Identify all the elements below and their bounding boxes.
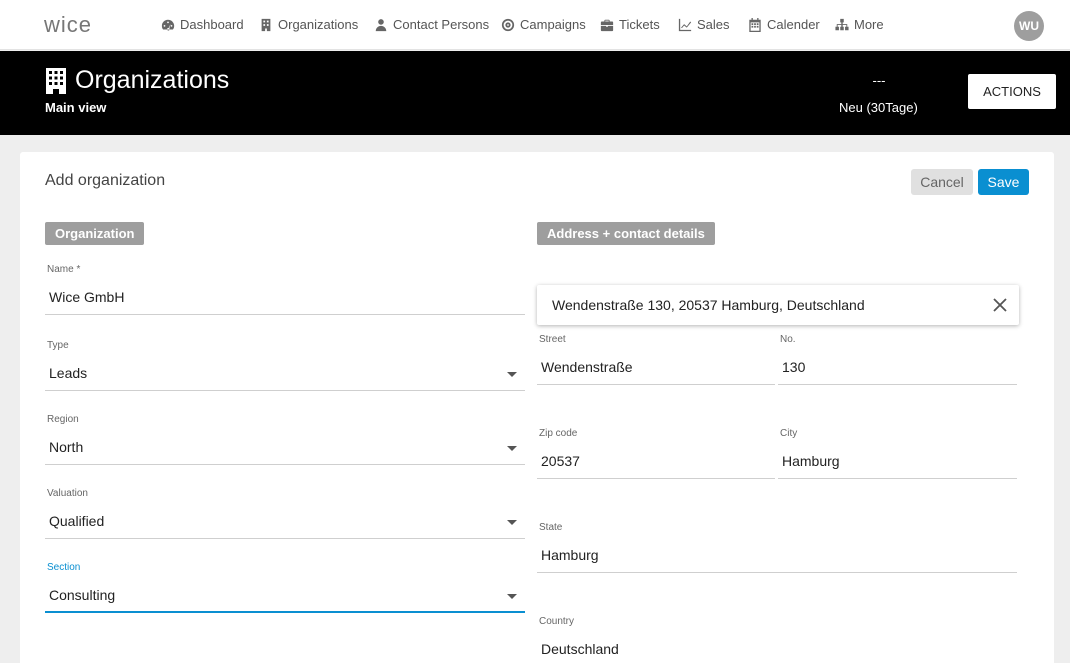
name-field[interactable]: Wice GmbH [45,283,525,315]
section-label: Section [47,562,81,573]
nav-label: Organizations [278,17,359,32]
briefcase-icon [600,19,614,31]
chart-line-icon [678,18,692,31]
nav-label: Dashboard [180,17,244,32]
section-badge-address: Address + contact details [537,222,715,245]
wice-logo[interactable]: wice [44,12,114,38]
actions-button[interactable]: ACTIONS [968,74,1056,109]
city-label: City [780,428,798,439]
section-value: Consulting [49,587,116,603]
nav-label: Tickets [619,17,660,32]
dropdown-arrow-icon [507,446,517,451]
building-icon [46,67,66,94]
state-value: Hamburg [541,547,599,563]
number-field[interactable]: 130 [778,353,1017,385]
state-field[interactable]: Hamburg [537,541,1017,573]
country-value: Deutschland [541,641,619,657]
country-field[interactable]: Deutschland [537,635,1017,663]
valuation-value: Qualified [49,513,105,529]
address-search-input[interactable]: Wendenstraße 130, 20537 Hamburg, Deutsch… [537,285,1019,325]
region-select[interactable]: North [45,433,525,465]
cancel-button[interactable]: Cancel [911,169,973,195]
nav-label: Campaigns [520,17,586,32]
name-value: Wice GmbH [49,289,125,305]
number-label: No. [780,334,796,345]
stat-value: --- [872,73,886,88]
view-name: Main view [45,100,107,115]
stat-label: Neu (30Tage) [839,100,918,115]
state-label: State [539,522,563,533]
zip-label: Zip code [539,428,578,439]
nav-campaigns[interactable]: Campaigns [501,17,586,32]
valuation-label: Valuation [47,488,88,499]
nav-label: More [854,17,884,32]
nav-calender[interactable]: Calender [748,17,820,32]
dropdown-arrow-icon [507,372,517,377]
nav-label: Calender [767,17,820,32]
svg-text:wice: wice [44,12,92,37]
close-icon[interactable] [993,298,1007,312]
address-search-value: Wendenstraße 130, 20537 Hamburg, Deutsch… [552,297,865,313]
name-label: Name * [47,264,81,275]
page-title-text: Organizations [75,66,230,94]
type-label: Type [47,340,69,351]
region-value: North [49,439,84,455]
nav-organizations[interactable]: Organizations [259,17,358,32]
city-value: Hamburg [782,453,840,469]
page-title: Organizations [45,66,229,95]
target-icon [501,18,515,31]
region-label: Region [47,414,79,425]
section-select[interactable]: Consulting [45,581,525,613]
person-icon [375,18,387,31]
sitemap-icon [835,18,849,30]
nav-tickets[interactable]: Tickets [600,17,660,32]
dropdown-arrow-icon [507,520,517,525]
dropdown-arrow-icon [507,594,517,599]
street-field[interactable]: Wendenstraße [537,353,775,385]
save-button[interactable]: Save [978,169,1029,195]
nav-more[interactable]: More [835,17,884,32]
country-label: Country [539,616,575,627]
street-value: Wendenstraße [541,359,633,375]
valuation-select[interactable]: Qualified [45,507,525,539]
dashboard-icon [161,19,175,31]
street-label: Street [539,334,566,345]
city-field[interactable]: Hamburg [778,447,1017,479]
nav-label: Contact Persons [393,17,490,32]
number-value: 130 [782,359,806,375]
nav-label: Sales [697,17,730,32]
zip-field[interactable]: 20537 [537,447,775,479]
nav-sales[interactable]: Sales [678,17,730,32]
nav-dashboard[interactable]: Dashboard [161,17,244,32]
section-badge-organization: Organization [45,222,145,245]
form-title: Add organization [45,172,166,189]
type-value: Leads [49,365,88,381]
zip-value: 20537 [541,453,580,469]
calendar-icon [749,17,761,32]
page-header: Organizations Main view --- Neu (30Tage)… [0,51,1070,135]
building-icon [261,18,271,31]
nav-contact-persons[interactable]: Contact Persons [374,17,489,32]
type-select[interactable]: Leads [45,359,525,391]
user-avatar[interactable]: WU [1014,11,1044,41]
add-organization-card: Add organization Cancel Save Organizatio… [20,152,1054,663]
top-navigation: wice Dashboard Organizations Contact Per… [0,0,1070,50]
